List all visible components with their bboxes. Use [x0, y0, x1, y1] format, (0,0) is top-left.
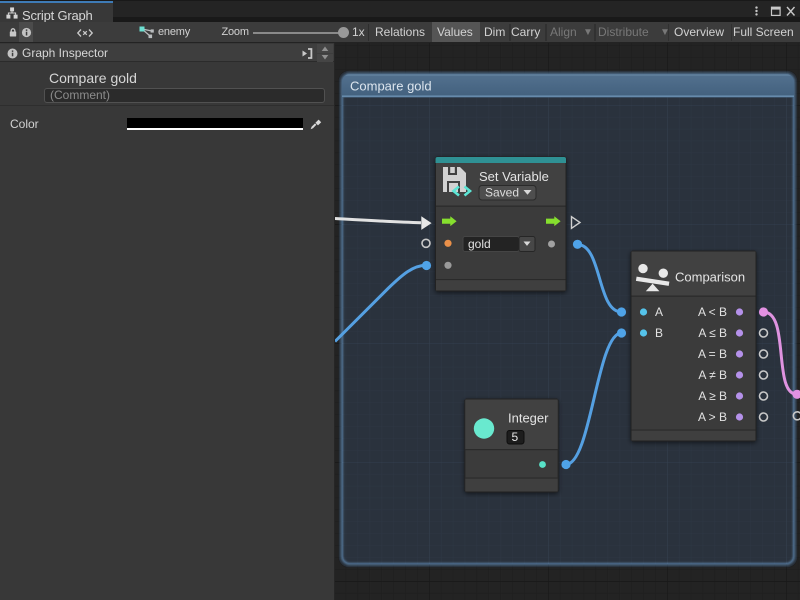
- svg-text:Integer: Integer: [508, 411, 549, 426]
- svg-text:A ≠ B: A ≠ B: [698, 368, 727, 382]
- svg-text:Compare gold: Compare gold: [350, 79, 432, 94]
- svg-text:5: 5: [512, 430, 519, 444]
- svg-text:Set Variable: Set Variable: [479, 169, 549, 184]
- svg-text:A = B: A = B: [698, 347, 727, 361]
- svg-text:Saved: Saved: [485, 186, 519, 200]
- svg-text:B: B: [655, 326, 663, 340]
- svg-text:A: A: [655, 305, 663, 319]
- svg-text:A < B: A < B: [698, 305, 727, 319]
- svg-text:A ≤ B: A ≤ B: [698, 326, 727, 340]
- svg-text:gold: gold: [468, 237, 491, 251]
- svg-text:A ≥ B: A ≥ B: [698, 389, 727, 403]
- svg-text:Comparison: Comparison: [675, 270, 745, 285]
- svg-text:A > B: A > B: [698, 410, 727, 424]
